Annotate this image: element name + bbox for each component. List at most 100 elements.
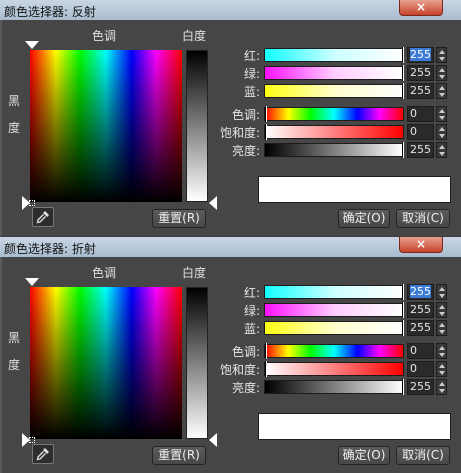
saturation-slider[interactable]	[264, 124, 404, 140]
color-picker-dialog-reflection: 颜色选择器: 反射 × 色调 白度 黑 度 重置(R) 红: 255 绿: 25…	[0, 0, 461, 236]
brightness-spinner[interactable]	[436, 142, 447, 158]
red-spinner[interactable]	[436, 284, 447, 300]
value-text: 255	[410, 48, 431, 61]
red-value-field[interactable]: 255	[407, 47, 434, 63]
reset-button[interactable]: 重置(R)	[152, 209, 206, 228]
ok-button[interactable]: 确定(O)	[338, 446, 390, 465]
slider-thumb[interactable]	[402, 65, 404, 81]
brightness-value-field[interactable]: 255	[407, 379, 434, 395]
eyedropper-button[interactable]	[32, 207, 54, 227]
blue-slider[interactable]	[264, 83, 404, 99]
reset-button[interactable]: 重置(R)	[152, 446, 206, 465]
close-button[interactable]: ×	[399, 0, 443, 16]
red-value-field[interactable]: 255	[407, 284, 434, 300]
value-text: 255	[410, 303, 431, 316]
brightness-slider[interactable]	[264, 142, 404, 158]
blue-spinner[interactable]	[436, 320, 447, 336]
brightness-label: 亮度:	[231, 381, 260, 395]
green-value-field[interactable]: 255	[407, 65, 434, 81]
slider-thumb[interactable]	[402, 320, 404, 336]
hue-value-field[interactable]: 0	[407, 343, 434, 359]
blue-slider[interactable]	[264, 320, 404, 336]
value-text: 255	[410, 84, 431, 97]
eyedropper-icon	[36, 448, 49, 461]
whiteness-slider-marker[interactable]	[209, 196, 217, 210]
hue-slider[interactable]	[264, 106, 404, 122]
value-text: 0	[410, 344, 417, 357]
color-picker-dialog-refraction: 颜色选择器: 折射 × 色调 白度 黑 度 重置(R) 红: 255 绿: 25…	[0, 237, 461, 473]
blue-label: 蓝:	[243, 322, 260, 336]
saturation-label: 饱和度:	[219, 363, 260, 377]
hue-spinner[interactable]	[436, 343, 447, 359]
red-slider[interactable]	[264, 284, 404, 300]
hue-blackness-spectrum[interactable]	[30, 50, 182, 202]
dialog-title: 颜色选择器: 折射	[4, 242, 96, 256]
hue-title: 色调	[92, 266, 117, 280]
blue-value-field[interactable]: 255	[407, 83, 434, 99]
value-text: 0	[410, 125, 417, 138]
value-text: 255	[410, 321, 431, 334]
saturation-slider[interactable]	[264, 361, 404, 377]
eyedropper-icon	[36, 211, 49, 224]
slider-thumb[interactable]	[402, 47, 404, 63]
slider-thumb[interactable]	[265, 361, 267, 377]
slider-thumb[interactable]	[402, 379, 404, 395]
red-label: 红:	[243, 286, 260, 300]
brightness-label: 亮度:	[231, 144, 260, 158]
green-value-field[interactable]: 255	[407, 302, 434, 318]
green-spinner[interactable]	[436, 65, 447, 81]
red-spinner[interactable]	[436, 47, 447, 63]
whiteness-bar[interactable]	[186, 50, 208, 202]
blue-spinner[interactable]	[436, 83, 447, 99]
hue-slider[interactable]	[264, 343, 404, 359]
blackness-label-char-1: 黑	[8, 94, 21, 108]
hue-slider-marker[interactable]	[25, 278, 39, 286]
brightness-value-field[interactable]: 255	[407, 142, 434, 158]
whiteness-bar[interactable]	[186, 287, 208, 439]
blue-value-field[interactable]: 255	[407, 320, 434, 336]
green-label: 绿:	[243, 67, 260, 81]
value-text: 255	[410, 285, 431, 298]
saturation-value-field[interactable]: 0	[407, 361, 434, 377]
blackness-label-char-1: 黑	[8, 331, 21, 345]
hue-blackness-spectrum[interactable]	[30, 287, 182, 439]
red-slider[interactable]	[264, 47, 404, 63]
green-slider[interactable]	[264, 65, 404, 81]
slider-thumb[interactable]	[265, 343, 267, 359]
saturation-value-field[interactable]: 0	[407, 124, 434, 140]
whiteness-slider-marker[interactable]	[209, 433, 217, 447]
ok-button[interactable]: 确定(O)	[338, 209, 390, 228]
hue-title: 色调	[92, 29, 117, 43]
brightness-spinner[interactable]	[436, 379, 447, 395]
slider-thumb[interactable]	[265, 124, 267, 140]
hue-spinner[interactable]	[436, 106, 447, 122]
value-text: 255	[410, 66, 431, 79]
slider-thumb[interactable]	[265, 106, 267, 122]
cancel-button[interactable]: 取消(C)	[396, 446, 450, 465]
saturation-spinner[interactable]	[436, 361, 447, 377]
saturation-label: 饱和度:	[219, 126, 260, 140]
eyedropper-button[interactable]	[32, 444, 54, 464]
color-preview-swatch	[258, 413, 451, 440]
slider-thumb[interactable]	[402, 302, 404, 318]
hue-slider-marker[interactable]	[25, 41, 39, 49]
picker-panel: 色调 白度 黑 度 重置(R) 红: 255 绿: 255 蓝: 255 色调:	[0, 257, 461, 473]
slider-thumb[interactable]	[402, 284, 404, 300]
green-label: 绿:	[243, 304, 260, 318]
slider-thumb[interactable]	[402, 142, 404, 158]
saturation-spinner[interactable]	[436, 124, 447, 140]
green-spinner[interactable]	[436, 302, 447, 318]
value-text: 255	[410, 380, 431, 393]
cancel-button[interactable]: 取消(C)	[396, 209, 450, 228]
title-bar: 颜色选择器: 折射 ×	[0, 237, 461, 257]
green-slider[interactable]	[264, 302, 404, 318]
value-text: 255	[410, 143, 431, 156]
hue-value-field[interactable]: 0	[407, 106, 434, 122]
value-text: 0	[410, 362, 417, 375]
brightness-slider[interactable]	[264, 379, 404, 395]
dialog-title: 颜色选择器: 反射	[4, 5, 96, 19]
blackness-label-char-2: 度	[8, 121, 21, 135]
close-button[interactable]: ×	[399, 237, 443, 253]
red-label: 红:	[243, 49, 260, 63]
slider-thumb[interactable]	[402, 83, 404, 99]
